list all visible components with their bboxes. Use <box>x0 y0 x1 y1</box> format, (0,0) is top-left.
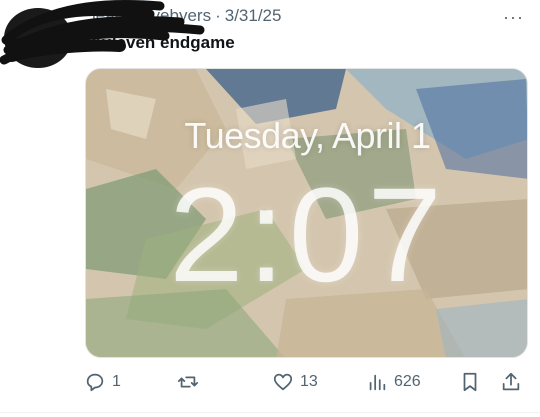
view-count: 626 <box>394 373 421 390</box>
separator: · <box>215 6 221 25</box>
like-button[interactable]: 13 <box>272 370 318 394</box>
share-icon <box>502 372 520 391</box>
lockscreen-time: 2:07 <box>169 161 446 310</box>
like-count: 13 <box>300 373 318 390</box>
post-date[interactable]: 3/31/25 <box>225 6 282 25</box>
reply-count: 1 <box>112 373 121 390</box>
repost-button[interactable] <box>177 370 205 394</box>
share-button[interactable] <box>500 370 522 394</box>
heart-icon <box>273 373 293 391</box>
views-button[interactable]: 626 <box>366 370 421 394</box>
handle[interactable]: stevebyers <box>129 6 211 25</box>
post-actions: 1 13 626 <box>84 370 530 394</box>
post-image[interactable]: Tuesday, April 1 2:07 <box>85 68 528 358</box>
bookmark-icon <box>463 372 477 392</box>
reply-icon <box>86 373 104 392</box>
post-header: jean stevebyers · 3/31/25 <box>92 6 281 26</box>
reply-button[interactable]: 1 <box>84 370 121 394</box>
divider <box>0 412 540 413</box>
analytics-icon <box>369 374 386 391</box>
bookmark-button[interactable] <box>459 370 481 394</box>
display-name[interactable]: jean <box>92 6 124 25</box>
more-options-button[interactable]: ··· <box>503 7 524 28</box>
repost-icon <box>177 376 199 388</box>
lockscreen-date: Tuesday, April 1 <box>184 115 431 156</box>
post-text: mileven endgame <box>92 33 235 52</box>
